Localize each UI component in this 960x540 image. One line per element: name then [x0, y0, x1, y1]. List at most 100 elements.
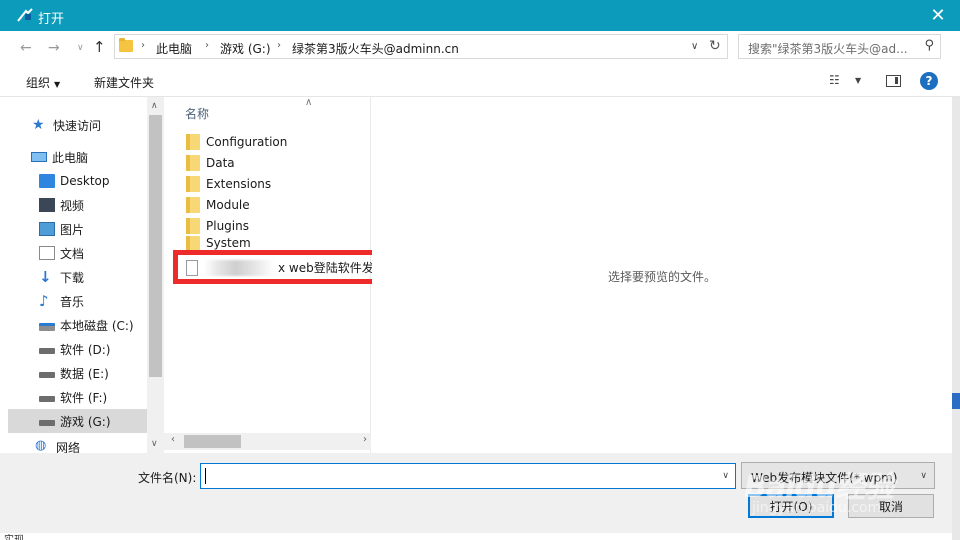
- preview-message: 选择要预览的文件。: [608, 270, 717, 284]
- up-arrow-icon[interactable]: ↑: [93, 38, 106, 56]
- nav-item-label: 数据 (E:): [60, 366, 109, 381]
- cancel-button[interactable]: 取消: [848, 494, 934, 518]
- file-name: x web登陆软件发布: [278, 261, 386, 275]
- folder-row[interactable]: Extensions: [186, 173, 271, 194]
- folder-name: Plugins: [206, 218, 249, 233]
- nav-item-network[interactable]: ◍ 网络: [35, 439, 147, 453]
- folder-row[interactable]: Plugins: [186, 215, 249, 236]
- scroll-right-icon[interactable]: ›: [363, 434, 367, 445]
- chevron-down-icon[interactable]: ∨: [920, 471, 927, 481]
- filename-label: 文件名(N):: [138, 471, 197, 485]
- folder-row[interactable]: System: [186, 236, 251, 250]
- search-input[interactable]: 搜索"绿茶第3版火车头@ad... ⚲: [738, 34, 941, 59]
- caret-down-icon[interactable]: ▼: [855, 76, 861, 85]
- organize-button[interactable]: 组织 ▼: [26, 74, 60, 91]
- drive-icon: [39, 420, 55, 426]
- window-title: 打开: [38, 12, 65, 27]
- star-icon: ★: [32, 117, 45, 133]
- file-list: ∧ 名称 Configuration Data Extensions Modul…: [164, 97, 402, 453]
- folder-row[interactable]: Configuration: [186, 131, 287, 152]
- scroll-up-icon[interactable]: ∧: [151, 101, 158, 111]
- background-text: 实现: [4, 533, 24, 540]
- view-options-icon[interactable]: ☷: [829, 73, 840, 87]
- nav-item-drive-g[interactable]: 游戏 (G:): [8, 409, 147, 433]
- back-arrow-icon[interactable]: ←: [20, 40, 32, 56]
- nav-item-drive-c[interactable]: 本地磁盘 (C:): [39, 313, 147, 337]
- nav-item-drive-e[interactable]: 数据 (E:): [39, 361, 147, 385]
- breadcrumb-current-folder[interactable]: 绿茶第3版火车头@adminn.cn: [292, 40, 459, 57]
- forward-arrow-icon[interactable]: →: [48, 40, 60, 56]
- address-row: ← → ∨ ↑ › 此电脑 › 游戏 (G:) › 绿茶第3版火车头@admin…: [0, 31, 960, 64]
- scrollbar-thumb[interactable]: [149, 115, 162, 377]
- folder-row[interactable]: Data: [186, 152, 235, 173]
- text-caret: [205, 468, 206, 484]
- column-header-name[interactable]: 名称: [185, 105, 209, 122]
- folder-icon: [186, 175, 200, 192]
- breadcrumb-this-pc[interactable]: 此电脑: [156, 40, 192, 57]
- help-icon[interactable]: ?: [920, 72, 938, 90]
- nav-item-drive-f[interactable]: 软件 (F:): [39, 385, 147, 409]
- file-type-select[interactable]: Web发布模块文件(*.wpm) ∨: [741, 462, 935, 489]
- drive-icon: [39, 372, 55, 378]
- nav-item-label: 软件 (F:): [60, 390, 108, 405]
- close-icon[interactable]: ✕: [916, 0, 960, 31]
- search-placeholder: 搜索"绿茶第3版火车头@ad...: [748, 42, 908, 56]
- nav-item-this-pc[interactable]: 此电脑: [31, 145, 147, 169]
- title-bar: 打开 ✕: [0, 0, 960, 31]
- nav-item-downloads[interactable]: ↓ 下载: [39, 265, 147, 289]
- nav-item-label: 网络: [56, 441, 81, 453]
- sort-ascending-icon[interactable]: ∧: [305, 97, 312, 108]
- command-bar: 组织 ▼ 新建文件夹 ☷ ▼ ?: [0, 64, 960, 97]
- nav-item-desktop[interactable]: Desktop: [39, 169, 147, 193]
- folder-name: Module: [206, 197, 250, 212]
- chevron-down-icon[interactable]: ∨: [722, 471, 729, 481]
- nav-item-documents[interactable]: 文档: [39, 241, 147, 265]
- background-window-edge: [952, 97, 960, 540]
- drive-icon: [39, 396, 55, 402]
- horizontal-scrollbar[interactable]: ‹ ›: [164, 433, 371, 450]
- music-icon: ♪: [39, 292, 49, 310]
- computer-icon: [31, 152, 47, 162]
- folder-icon: [186, 217, 200, 234]
- chevron-right-icon[interactable]: ›: [141, 40, 145, 51]
- preview-pane-toggle-icon[interactable]: [886, 75, 901, 87]
- folder-icon: [186, 154, 200, 171]
- open-button[interactable]: 打开(O): [748, 494, 834, 518]
- refresh-icon[interactable]: ↻: [709, 38, 721, 54]
- scroll-down-icon[interactable]: ∨: [151, 439, 158, 449]
- video-icon: [39, 198, 55, 212]
- chevron-right-icon[interactable]: ›: [205, 40, 209, 51]
- scroll-left-icon[interactable]: ‹: [171, 434, 175, 445]
- scrollbar-thumb[interactable]: [184, 435, 241, 448]
- folder-row[interactable]: Module: [186, 194, 250, 215]
- address-bar[interactable]: › 此电脑 › 游戏 (G:) › 绿茶第3版火车头@adminn.cn ∨ ↻: [114, 34, 728, 59]
- breadcrumb-drive-g[interactable]: 游戏 (G:): [220, 40, 271, 57]
- background-accent: [952, 393, 960, 409]
- nav-item-pictures[interactable]: 图片: [39, 217, 147, 241]
- documents-icon: [39, 246, 55, 260]
- caret-down-icon: ▼: [54, 80, 61, 89]
- nav-item-quick-access[interactable]: ★ 快速访问: [32, 113, 147, 137]
- nav-scrollbar[interactable]: ∧ ∨: [147, 97, 164, 453]
- new-folder-button[interactable]: 新建文件夹: [94, 74, 154, 91]
- nav-item-videos[interactable]: 视频: [39, 193, 147, 217]
- nav-item-label: 文档: [60, 246, 85, 261]
- nav-item-label: Desktop: [60, 174, 110, 188]
- address-dropdown-icon[interactable]: ∨: [691, 41, 698, 52]
- nav-item-drive-d[interactable]: 软件 (D:): [39, 337, 147, 361]
- nav-item-label: 快速访问: [53, 118, 102, 133]
- blurred-filename-prefix: [204, 259, 274, 276]
- nav-item-music[interactable]: ♪ 音乐: [39, 289, 147, 313]
- preview-pane: 选择要预览的文件。: [372, 97, 952, 453]
- drive-icon: [39, 348, 55, 354]
- folder-name: System: [206, 236, 251, 250]
- file-icon: [186, 259, 198, 276]
- recent-locations-chevron-icon[interactable]: ∨: [77, 43, 84, 53]
- chevron-right-icon[interactable]: ›: [277, 40, 281, 51]
- folder-name: Configuration: [206, 134, 288, 149]
- folder-name: Extensions: [206, 176, 272, 191]
- file-row[interactable]: x web登陆软件发布: [186, 257, 386, 278]
- filename-input[interactable]: ∨: [200, 463, 736, 489]
- nav-item-label: 音乐: [60, 294, 85, 309]
- search-icon[interactable]: ⚲: [924, 38, 934, 53]
